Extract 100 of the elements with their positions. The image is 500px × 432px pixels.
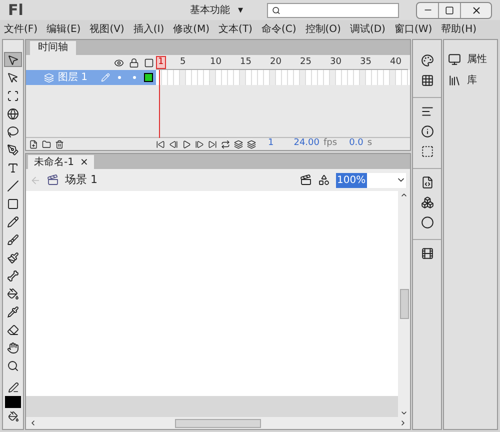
- playhead[interactable]: [157, 70, 162, 138]
- transform-button[interactable]: [420, 145, 434, 158]
- outline-icon: [144, 58, 154, 68]
- current-frame: 1: [268, 137, 274, 151]
- bone-icon: [7, 270, 19, 282]
- maximize-icon: [445, 6, 454, 14]
- pencil-icon: [7, 216, 19, 228]
- timeline-tab[interactable]: 时间轴: [30, 41, 76, 55]
- close-tab-button[interactable]: ×: [80, 154, 88, 170]
- folder-icon: [42, 140, 51, 148]
- arrow-tool[interactable]: [4, 52, 22, 67]
- previous-frame-icon: [169, 140, 178, 148]
- search-icon: [272, 6, 280, 14]
- seconds-unit: s: [367, 137, 372, 150]
- frame-number: 40: [390, 56, 402, 69]
- menu-item[interactable]: 帮助(H): [441, 22, 476, 37]
- play-icon: [182, 140, 191, 148]
- film-button[interactable]: [420, 247, 434, 260]
- fps-unit: fps: [324, 137, 338, 150]
- globe-icon: [7, 108, 19, 120]
- loop-icon: [221, 140, 230, 148]
- palette-button[interactable]: [420, 54, 434, 67]
- line-icon: [7, 180, 19, 192]
- trash-icon: [55, 140, 64, 148]
- document-tab[interactable]: 未命名-1 ×: [28, 155, 94, 169]
- fill-color-swatch[interactable]: [5, 396, 21, 408]
- scroll-thumb[interactable]: [400, 289, 408, 319]
- hand-icon: [7, 342, 19, 354]
- info-button[interactable]: [420, 125, 434, 138]
- fill-bucket-button[interactable]: [8, 411, 18, 422]
- frame-number: 5: [180, 56, 187, 69]
- menu-item[interactable]: 控制(O): [305, 22, 341, 37]
- workspace-dropdown[interactable]: 基本功能 ▾: [186, 2, 248, 18]
- align-icon: [420, 105, 434, 118]
- rectangle-icon: [7, 198, 19, 210]
- menu-item[interactable]: 视图(V): [90, 22, 124, 37]
- eraser-icon: [7, 324, 19, 336]
- first-frame-button[interactable]: [156, 140, 165, 148]
- bucket-icon: [7, 288, 19, 300]
- menu-item[interactable]: 命令(C): [261, 22, 296, 37]
- vertical-scrollbar[interactable]: [398, 191, 410, 417]
- frame-number: 1: [156, 56, 167, 69]
- menu-item[interactable]: 修改(M): [173, 22, 210, 37]
- stroke-color-button[interactable]: [8, 382, 18, 393]
- eye-icon: [114, 58, 124, 68]
- clapperboard-icon: [47, 174, 59, 186]
- scene-menu-button[interactable]: [300, 174, 312, 186]
- app-logo: Fl: [8, 0, 24, 21]
- menu-item[interactable]: 文本(T): [218, 22, 252, 37]
- play-button[interactable]: [182, 140, 191, 148]
- dashed-square-icon: [7, 90, 19, 102]
- monitor-icon: [448, 53, 461, 66]
- components-icon: [420, 196, 434, 209]
- code-icon: [420, 176, 434, 189]
- horizontal-scrollbar[interactable]: [26, 417, 410, 429]
- back-arrow-icon: [30, 174, 41, 186]
- frame-number: 25: [300, 56, 312, 69]
- pen-icon: [7, 144, 19, 156]
- new-layer-button[interactable]: [29, 140, 38, 148]
- loop-button[interactable]: [221, 140, 230, 148]
- frame-number: 10: [210, 56, 222, 69]
- layer-name: 图层 1: [58, 71, 88, 85]
- trash-button[interactable]: [55, 140, 64, 148]
- elapsed-time: 0.0: [349, 137, 364, 150]
- books-icon: [448, 74, 461, 87]
- zoom-dropdown[interactable]: 100%: [336, 172, 406, 188]
- last-frame-icon: [208, 140, 217, 148]
- scene-label: 场景 1: [65, 172, 98, 188]
- transform-icon: [420, 145, 434, 158]
- next-frame-button[interactable]: [195, 140, 204, 148]
- previous-frame-button[interactable]: [169, 140, 178, 148]
- layer-icon: [44, 72, 54, 82]
- scroll-thumb[interactable]: [175, 418, 261, 428]
- brush-icon: [7, 234, 19, 246]
- code-button[interactable]: [420, 176, 434, 189]
- menu-item[interactable]: 窗口(W): [394, 22, 432, 37]
- first-frame-icon: [156, 140, 165, 148]
- panel-button[interactable]: 库: [448, 73, 493, 88]
- align-button[interactable]: [420, 105, 434, 118]
- scroll-up-icon: [400, 191, 408, 199]
- layer-color-square[interactable]: [144, 73, 153, 82]
- eyedropper-icon: [7, 306, 19, 318]
- panel-button[interactable]: 属性: [448, 52, 493, 67]
- components-button[interactable]: [420, 196, 434, 209]
- next-frame-icon: [195, 140, 204, 148]
- lock-icon: [129, 58, 139, 68]
- menu-item[interactable]: 插入(I): [133, 22, 164, 37]
- last-frame-button[interactable]: [208, 140, 217, 148]
- arrow-icon: [7, 54, 19, 66]
- menu-item[interactable]: 调试(D): [350, 22, 386, 37]
- folder-button[interactable]: [42, 140, 51, 148]
- fill-bucket-icon: [8, 411, 18, 422]
- frame-number: 15: [240, 56, 252, 69]
- search-field[interactable]: [267, 2, 400, 18]
- menu-item[interactable]: 编辑(E): [46, 22, 81, 37]
- menu-item[interactable]: 文件(F): [4, 22, 38, 37]
- frame-rate[interactable]: 24.00: [294, 137, 320, 151]
- magnifier-icon: [7, 360, 19, 372]
- grid-button[interactable]: [420, 74, 434, 87]
- scene-menu-icon: [300, 174, 312, 186]
